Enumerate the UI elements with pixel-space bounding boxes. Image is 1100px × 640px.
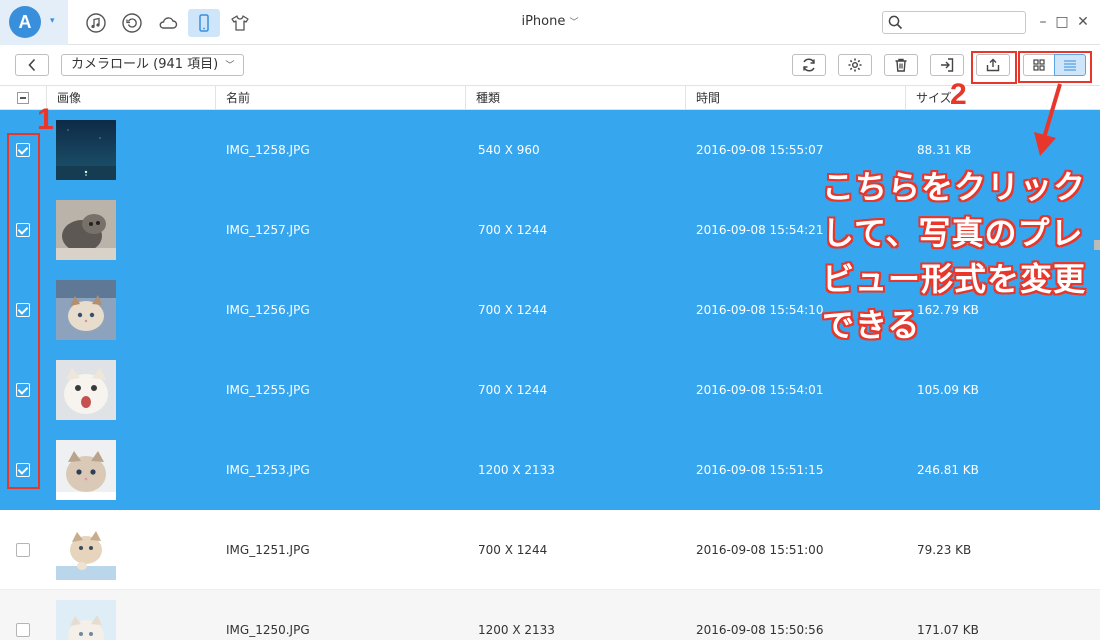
callout-line: して、写真のプレ xyxy=(822,214,1084,252)
phone-icon[interactable] xyxy=(188,9,220,37)
minimize-button[interactable]: – xyxy=(1036,14,1050,30)
annotation-callout: こちらをクリック して、写真のプレ ビュー形式を変更 できる xyxy=(822,164,1092,348)
file-time: 2016-09-08 15:54:21 xyxy=(696,223,824,237)
photo-thumbnail xyxy=(56,520,116,580)
column-name[interactable]: 名前 xyxy=(215,86,465,110)
file-name: IMG_1253.JPG xyxy=(226,463,310,477)
annotation-number-1: 1 xyxy=(37,103,54,136)
callout-line: ビュー形式を変更 xyxy=(822,260,1087,298)
row-checkbox[interactable] xyxy=(16,543,30,557)
photo-thumbnail xyxy=(56,280,116,340)
back-button[interactable] xyxy=(15,54,49,76)
refresh-icon xyxy=(803,58,815,72)
photo-thumbnail xyxy=(56,360,116,420)
file-dimensions: 700 X 1244 xyxy=(478,303,548,317)
device-name: iPhone xyxy=(521,14,566,29)
annotation-box-checkboxes xyxy=(7,133,40,489)
restore-icon[interactable] xyxy=(120,11,144,35)
trash-icon xyxy=(895,58,907,72)
file-name: IMG_1251.JPG xyxy=(226,543,310,557)
table-row[interactable]: IMG_1251.JPG 700 X 1244 2016-09-08 15:51… xyxy=(0,510,1100,590)
file-size: 246.81 KB xyxy=(917,463,979,477)
delete-button[interactable] xyxy=(884,54,918,76)
callout-line: こちらをクリック xyxy=(822,168,1087,206)
file-name: IMG_1250.JPG xyxy=(226,623,310,637)
file-dimensions: 700 X 1244 xyxy=(478,383,548,397)
file-dimensions: 1200 X 2133 xyxy=(478,623,555,637)
photo-thumbnail xyxy=(56,120,116,180)
table-row[interactable]: IMG_1255.JPG 700 X 1244 2016-09-08 15:54… xyxy=(0,350,1100,430)
music-icon[interactable] xyxy=(84,11,108,35)
file-time: 2016-09-08 15:51:15 xyxy=(696,463,824,477)
file-size: 171.07 KB xyxy=(917,623,979,637)
column-time[interactable]: 時間 xyxy=(685,86,905,110)
chevron-left-icon xyxy=(28,58,36,72)
toolbar: カメラロール (941 項目) ﹀ xyxy=(0,45,1100,86)
cloud-icon[interactable] xyxy=(156,11,180,35)
chevron-down-icon: ﹀ xyxy=(569,18,579,28)
file-time: 2016-09-08 15:54:10 xyxy=(696,303,824,317)
file-name: IMG_1257.JPG xyxy=(226,223,310,237)
column-image[interactable]: 画像 xyxy=(46,86,216,110)
file-dimensions: 540 X 960 xyxy=(478,143,540,157)
file-name: IMG_1255.JPG xyxy=(226,383,310,397)
device-title[interactable]: iPhone ﹀ xyxy=(500,14,600,29)
row-checkbox[interactable] xyxy=(16,623,30,637)
select-all-checkbox[interactable] xyxy=(17,92,29,104)
photo-thumbnail xyxy=(56,600,116,640)
import-icon xyxy=(941,58,954,72)
photo-thumbnail xyxy=(56,440,116,500)
tshirt-icon[interactable] xyxy=(228,11,252,35)
table-header: 画像 名前 種類 時間 サイズ xyxy=(0,86,1100,110)
chevron-down-icon: ﹀ xyxy=(225,61,235,71)
album-dropdown[interactable]: カメラロール (941 項目) ﹀ xyxy=(61,54,245,76)
file-dimensions: 700 X 1244 xyxy=(478,543,548,557)
file-time: 2016-09-08 15:51:00 xyxy=(696,543,824,557)
file-size: 79.23 KB xyxy=(917,543,972,557)
file-size: 105.09 KB xyxy=(917,383,979,397)
search-box[interactable] xyxy=(882,11,1026,34)
annotation-number-2: 2 xyxy=(950,78,967,111)
album-label: カメラロール (941 項目) xyxy=(71,57,219,72)
search-icon xyxy=(888,15,903,30)
file-name: IMG_1256.JPG xyxy=(226,303,310,317)
import-button[interactable] xyxy=(930,54,964,76)
file-time: 2016-09-08 15:55:07 xyxy=(696,143,824,157)
gear-icon xyxy=(848,58,862,72)
search-input[interactable] xyxy=(907,14,1019,31)
column-size[interactable]: サイズ xyxy=(905,86,1100,110)
app-menu[interactable]: A ▾ xyxy=(0,0,68,45)
callout-line: できる xyxy=(822,306,921,344)
chevron-down-icon: ▾ xyxy=(50,16,55,26)
file-name: IMG_1258.JPG xyxy=(226,143,310,157)
annotation-box-view-toggle xyxy=(1018,51,1092,83)
refresh-button[interactable] xyxy=(792,54,826,76)
file-time: 2016-09-08 15:54:01 xyxy=(696,383,824,397)
title-bar: A ▾ iPhone ﹀ – □ ✕ xyxy=(0,0,1100,45)
close-button[interactable]: ✕ xyxy=(1076,14,1090,30)
annotation-arrow-icon xyxy=(1034,83,1062,156)
annotation-box-export xyxy=(971,51,1017,84)
table-row[interactable]: IMG_1253.JPG 1200 X 2133 2016-09-08 15:5… xyxy=(0,430,1100,510)
settings-button[interactable] xyxy=(838,54,872,76)
file-time: 2016-09-08 15:50:56 xyxy=(696,623,824,637)
column-type[interactable]: 種類 xyxy=(465,86,685,110)
table-row[interactable]: IMG_1250.JPG 1200 X 2133 2016-09-08 15:5… xyxy=(0,590,1100,640)
maximize-button[interactable]: □ xyxy=(1055,14,1069,30)
file-dimensions: 1200 X 2133 xyxy=(478,463,555,477)
photo-thumbnail xyxy=(56,200,116,260)
app-logo: A xyxy=(9,6,41,38)
scrollbar-thumb[interactable] xyxy=(1094,240,1100,250)
file-dimensions: 700 X 1244 xyxy=(478,223,548,237)
